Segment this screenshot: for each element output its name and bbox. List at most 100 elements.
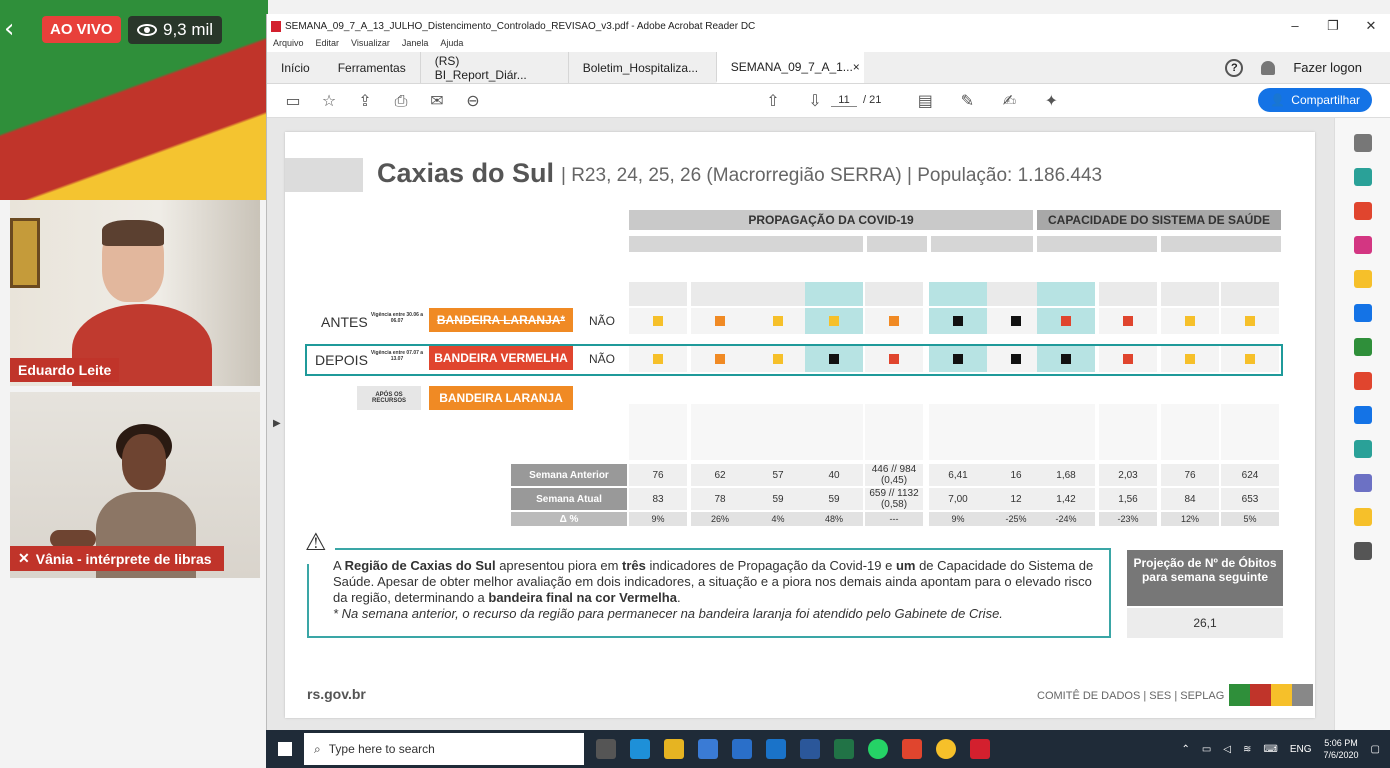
- upload-cloud-icon[interactable]: ⇪: [355, 91, 375, 111]
- indicator-value: 12%: [1161, 512, 1219, 526]
- menu-arquivo[interactable]: Arquivo: [273, 38, 304, 52]
- edit-pdf-icon[interactable]: [1353, 338, 1372, 356]
- optimize-icon[interactable]: [1353, 440, 1372, 458]
- menu-editar[interactable]: Editar: [316, 38, 340, 52]
- menu-visualizar[interactable]: Visualizar: [351, 38, 390, 52]
- send-review-icon[interactable]: [1353, 508, 1372, 526]
- send-sign-icon[interactable]: [1353, 474, 1372, 492]
- doc-tab-semana[interactable]: SEMANA_09_7_A_1... ×: [715, 52, 864, 83]
- wifi-icon[interactable]: ≋: [1243, 744, 1251, 755]
- zoom-tool-icon[interactable]: [1353, 134, 1372, 152]
- file-explorer-icon[interactable]: [664, 739, 684, 759]
- page-down-icon[interactable]: ⇩: [805, 90, 825, 110]
- indicator-value: 40: [805, 464, 863, 486]
- doc-tab-bi-report[interactable]: (RS) BI_Report_Diár...: [419, 52, 568, 83]
- close-tab-icon[interactable]: ×: [853, 60, 860, 74]
- store-icon[interactable]: [698, 739, 718, 759]
- combine-files-icon[interactable]: [1353, 304, 1372, 322]
- login-link[interactable]: Fazer logon: [1293, 60, 1362, 75]
- excel-icon[interactable]: [834, 739, 854, 759]
- start-button[interactable]: [266, 742, 304, 756]
- tab-ferramentas[interactable]: Ferramentas: [324, 52, 420, 83]
- comment-tool-icon[interactable]: [1353, 270, 1372, 288]
- minimize-button[interactable]: –: [1276, 18, 1314, 34]
- antes-flag-square: [653, 316, 663, 326]
- indicator-detail-cell: [629, 404, 687, 460]
- acrobat-icon[interactable]: [970, 739, 990, 759]
- taskbar-search[interactable]: ⌕ Type here to search: [304, 733, 584, 765]
- indicator-value: -23%: [1099, 512, 1157, 526]
- language-indicator[interactable]: ENG: [1290, 744, 1312, 755]
- share-button[interactable]: 👤 Compartilhar: [1258, 88, 1372, 112]
- bell-icon[interactable]: [1261, 60, 1276, 75]
- antes-flag-square: [715, 316, 725, 326]
- subheader-5: [1161, 236, 1281, 252]
- task-view-icon[interactable]: [596, 739, 616, 759]
- antes-flag-square: [953, 316, 963, 326]
- indicator-description-cell: [929, 282, 987, 306]
- indicator-detail-cell: [1037, 404, 1095, 460]
- stamp-icon[interactable]: ✦: [1041, 90, 1061, 110]
- star-icon[interactable]: ☆: [319, 91, 339, 111]
- eye-icon: [137, 24, 157, 36]
- fill-sign-icon[interactable]: [1353, 372, 1372, 390]
- organize-pages-icon[interactable]: [1353, 236, 1372, 254]
- back-arrow-icon[interactable]: ‹: [4, 14, 14, 44]
- sign-icon[interactable]: ✍: [999, 90, 1019, 110]
- create-pdf-icon[interactable]: [1353, 202, 1372, 220]
- indicator-description-cell: [691, 282, 749, 306]
- volume-icon[interactable]: ◁: [1223, 744, 1231, 755]
- depois-flag-square: [1185, 354, 1195, 364]
- snip-icon[interactable]: [902, 739, 922, 759]
- help-icon[interactable]: ?: [1225, 58, 1244, 77]
- doc-tab-boletim[interactable]: Boletim_Hospitaliza...: [567, 52, 716, 83]
- mail-app-icon[interactable]: [732, 739, 752, 759]
- chrome-icon[interactable]: [936, 739, 956, 759]
- print-icon[interactable]: ⎙: [391, 91, 411, 111]
- protect-icon[interactable]: [1353, 406, 1372, 424]
- indicator-value: 2,03: [1099, 464, 1157, 486]
- footer-credits: COMITÊ DE DADOS | SES | SEPLAG: [1037, 690, 1225, 702]
- outlook-icon[interactable]: [766, 739, 786, 759]
- notifications-icon[interactable]: ▢: [1371, 744, 1380, 755]
- row-label-prev: Semana Anterior: [511, 464, 627, 486]
- apos-flag: BANDEIRA LARANJA: [429, 386, 573, 410]
- indicator-description-cell: [1221, 282, 1279, 306]
- document-viewport[interactable]: ▶ Caxias do Sul | R23, 24, 25, 26 (Macro…: [267, 118, 1335, 732]
- whatsapp-icon[interactable]: [868, 739, 888, 759]
- pen-icon[interactable]: ✎: [957, 90, 977, 110]
- tab-inicio[interactable]: Início: [267, 52, 324, 83]
- antes-flag-square: [1011, 316, 1021, 326]
- edge-icon[interactable]: [630, 739, 650, 759]
- depois-flag: BANDEIRA VERMELHA: [429, 346, 573, 370]
- indicator-value: 83: [629, 488, 687, 510]
- menu-ajuda[interactable]: Ajuda: [440, 38, 463, 52]
- comment-icon[interactable]: ▤: [915, 90, 935, 110]
- indicator-value: 1,42: [1037, 488, 1095, 510]
- save-icon[interactable]: ▭: [283, 91, 303, 111]
- indicator-description-cell: [805, 282, 863, 306]
- expand-left-icon[interactable]: ▶: [273, 418, 281, 429]
- page-up-icon[interactable]: ⇧: [763, 90, 783, 110]
- export-pdf-icon[interactable]: [1353, 168, 1372, 186]
- more-tools-icon[interactable]: [1353, 542, 1372, 560]
- battery-icon[interactable]: ▭: [1202, 744, 1211, 755]
- maximize-button[interactable]: ❐: [1314, 18, 1352, 34]
- clock[interactable]: 5:06 PM 7/6/2020: [1324, 737, 1359, 761]
- depois-flag-square: [953, 354, 963, 364]
- keyboard-icon[interactable]: ⌨: [1263, 744, 1277, 755]
- antes-vigencia: Vigência entre 30.06 a 06.07: [370, 312, 424, 324]
- tray-chevron-icon[interactable]: ⌃: [1181, 744, 1189, 755]
- indicator-value: 5%: [1221, 512, 1279, 526]
- mail-icon[interactable]: ✉: [427, 91, 447, 111]
- depois-flag-square: [773, 354, 783, 364]
- indicator-value: 59: [749, 488, 807, 510]
- menu-janela[interactable]: Janela: [402, 38, 429, 52]
- indicator-description-cell: [1037, 282, 1095, 306]
- antes-flag-square: [829, 316, 839, 326]
- menu-bar: Arquivo Editar Visualizar Janela Ajuda: [267, 38, 1390, 52]
- zoom-out-icon[interactable]: ⊖: [463, 91, 483, 111]
- close-button[interactable]: ✕: [1352, 18, 1390, 34]
- word-icon[interactable]: [800, 739, 820, 759]
- page-number-input[interactable]: 11: [831, 94, 857, 107]
